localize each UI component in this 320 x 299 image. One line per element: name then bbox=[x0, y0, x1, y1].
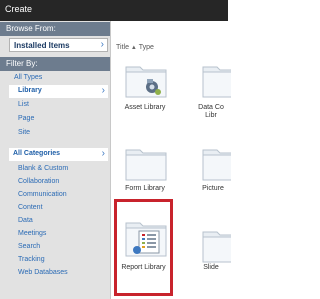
filter-label: Blank & Custom bbox=[18, 165, 69, 172]
filter-label: Content bbox=[18, 204, 43, 211]
filter-data[interactable]: Data bbox=[9, 215, 108, 227]
filter-web-databases[interactable]: Web Databases bbox=[9, 267, 108, 279]
filter-label: All Types bbox=[14, 74, 43, 81]
filter-all-types[interactable]: All Types bbox=[9, 72, 108, 84]
filter-label: Data bbox=[18, 217, 33, 224]
filter-site[interactable]: Site bbox=[9, 127, 108, 139]
tile-label: Form Library bbox=[125, 185, 165, 192]
filter-blank-custom[interactable]: Blank & Custom bbox=[9, 163, 108, 175]
filter-label: Web Databases bbox=[18, 269, 68, 276]
filter-communication[interactable]: Communication bbox=[9, 189, 108, 201]
filter-by-header: Filter By: bbox=[0, 57, 110, 71]
tile-asset-library[interactable]: Asset Library bbox=[115, 56, 175, 126]
tile-label: Data Co Libr bbox=[198, 104, 224, 119]
asset-library-icon bbox=[125, 66, 167, 98]
chevron-right-icon: › bbox=[101, 85, 105, 96]
filter-list[interactable]: List bbox=[9, 99, 108, 111]
filter-label: Tracking bbox=[18, 256, 45, 263]
filter-content[interactable]: Content bbox=[9, 202, 108, 214]
sort-title[interactable]: Title bbox=[116, 44, 129, 51]
sort-type[interactable]: Type bbox=[139, 44, 154, 51]
filter-label: Communication bbox=[18, 191, 67, 198]
filter-label: Library bbox=[18, 87, 42, 94]
installed-items-label: Installed Items bbox=[14, 41, 70, 50]
filter-label: All Categories bbox=[13, 150, 61, 157]
sort-arrow-icon: ▲ bbox=[130, 45, 137, 51]
filter-collaboration[interactable]: Collaboration bbox=[9, 176, 108, 188]
slide-library-icon bbox=[202, 231, 231, 263]
dialog-title-bar: Create bbox=[0, 0, 228, 21]
filter-library[interactable]: Library › bbox=[9, 85, 108, 98]
form-library-icon bbox=[125, 149, 167, 181]
tile-label: Picture bbox=[202, 185, 224, 192]
data-connection-library-icon bbox=[202, 66, 231, 98]
chevron-right-icon: › bbox=[101, 148, 105, 159]
tile-report-library[interactable]: Report Library bbox=[114, 199, 173, 296]
chevron-right-icon: › bbox=[100, 39, 104, 50]
filter-label: Meetings bbox=[18, 230, 47, 237]
dialog-title: Create bbox=[5, 4, 33, 14]
sort-bar: Title ▲ Type bbox=[116, 44, 154, 51]
filter-page[interactable]: Page bbox=[9, 113, 108, 125]
report-library-icon bbox=[125, 222, 167, 257]
filter-label: Site bbox=[18, 129, 31, 136]
tile-data-connection-library[interactable]: Data Co Libr bbox=[191, 56, 231, 126]
tile-picture-library[interactable]: Picture bbox=[191, 139, 231, 209]
filter-tracking[interactable]: Tracking bbox=[9, 254, 108, 266]
filter-meetings[interactable]: Meetings bbox=[9, 228, 108, 240]
filter-sidebar: Browse From: Installed Items › Filter By… bbox=[0, 21, 111, 299]
tile-label: Slide bbox=[203, 264, 219, 271]
filter-label: Search bbox=[18, 243, 41, 250]
tile-label: Asset Library bbox=[124, 104, 166, 111]
installed-items-button[interactable]: Installed Items › bbox=[9, 38, 108, 52]
filter-label: Page bbox=[18, 115, 35, 122]
tile-slide-library[interactable]: Slide bbox=[191, 221, 231, 291]
picture-library-icon bbox=[202, 149, 231, 181]
filter-label: Collaboration bbox=[18, 178, 60, 185]
filter-search[interactable]: Search bbox=[9, 241, 108, 253]
browse-from-header: Browse From: bbox=[0, 22, 110, 36]
filter-all-categories[interactable]: All Categories › bbox=[9, 148, 108, 161]
filter-label: List bbox=[18, 101, 29, 108]
template-gallery: Title ▲ Type Asset Library Data Co Libr F… bbox=[111, 21, 231, 299]
tile-label: Report Library bbox=[121, 264, 166, 271]
